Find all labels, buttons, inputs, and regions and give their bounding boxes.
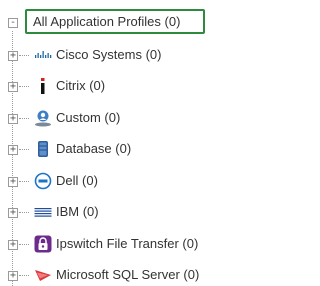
tree-item-label[interactable]: Citrix (0) [56,78,105,93]
collapse-toggle-root[interactable]: - [8,18,18,28]
tree-item-label[interactable]: Microsoft SQL Server (0) [56,267,199,282]
expand-toggle[interactable]: + [8,240,18,250]
tree-branch-line [19,149,29,150]
cisco-logo-icon [35,51,52,58]
application-profiles-tree: - All Application Profiles (0) + Cisco S… [0,0,241,286]
expand-toggle[interactable]: + [8,208,18,218]
expand-toggle[interactable]: + [8,177,18,187]
expand-toggle[interactable]: + [8,82,18,92]
tree-item-citrix[interactable]: + Citrix (0) [0,75,241,97]
tree-item-label[interactable]: Database (0) [56,141,131,156]
tree-item-label[interactable]: Ipswitch File Transfer (0) [56,236,198,251]
microsoft-sql-server-icon [35,270,51,281]
tree-branch-line [19,181,29,182]
tree-branch-line [19,212,29,213]
tree-item-microsoft-sql-server[interactable]: + Microsoft SQL Server (0) [0,264,241,286]
tree-item-label[interactable]: Dell (0) [56,173,98,188]
tree-item-ibm[interactable]: + IBM (0) [0,201,241,223]
tree-item-label[interactable]: IBM (0) [56,204,99,219]
expand-toggle[interactable]: + [8,51,18,61]
tree-item-ipswitch-file-transfer[interactable]: + Ipswitch File Transfer (0) [0,233,241,255]
tree-branch-line [19,55,29,56]
expand-toggle[interactable]: + [8,145,18,155]
ipswitch-logo-icon [34,235,52,253]
tree-item-label[interactable]: Cisco Systems (0) [56,47,161,62]
tree-branch-line [19,86,29,87]
tree-item-custom[interactable]: + Custom (0) [0,107,241,129]
tree-branch-line [19,118,29,119]
tree-branch-line [19,244,29,245]
custom-profile-icon [35,110,51,127]
tree-root-label[interactable]: All Application Profiles (0) [33,14,180,29]
tree-item-cisco-systems[interactable]: + Cisco Systems (0) [0,44,241,66]
expand-toggle[interactable]: + [8,271,18,281]
tree-item-dell[interactable]: + Dell (0) [0,170,241,192]
ibm-logo-icon [34,208,52,217]
expand-toggle[interactable]: + [8,114,18,124]
dell-logo-icon [34,172,52,190]
tree-branch-line [19,275,29,276]
tree-item-database[interactable]: + Database (0) [0,138,241,160]
citrix-logo-icon [41,78,45,94]
tree-item-label[interactable]: Custom (0) [56,110,120,125]
database-icon [38,141,48,157]
